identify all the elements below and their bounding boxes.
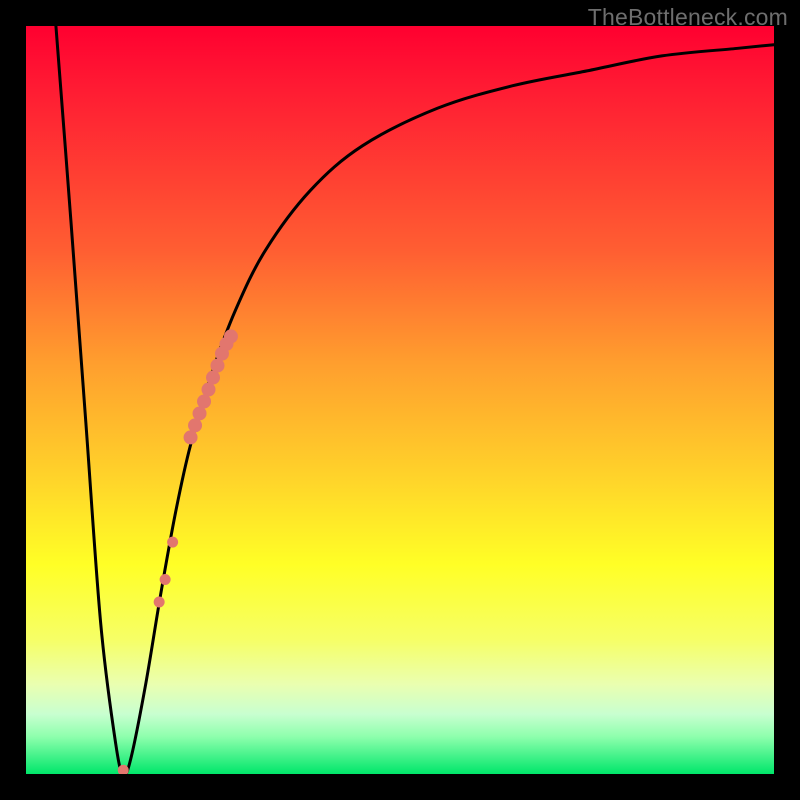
plot-area (26, 26, 774, 774)
highlight-segment-thick-marker (206, 371, 220, 385)
highlight-segment-thick-marker (210, 359, 224, 373)
highlight-segment-thick-marker (193, 406, 207, 420)
watermark-text: TheBottleneck.com (588, 4, 788, 31)
highlight-dots-lower-marker (167, 537, 178, 548)
highlight-dots-lower-marker (154, 596, 165, 607)
highlight-segment-thick-marker (184, 430, 198, 444)
highlight-dots-lower-marker (160, 574, 171, 585)
bottleneck-curve (56, 26, 774, 774)
highlight-segment-thick-marker (197, 394, 211, 408)
chart-frame: TheBottleneck.com (0, 0, 800, 800)
curve-layer (26, 26, 774, 774)
highlight-segment-thick-marker (188, 418, 202, 432)
highlight-segment-thick-marker (224, 329, 238, 343)
highlight-segment-thick-marker (202, 383, 216, 397)
